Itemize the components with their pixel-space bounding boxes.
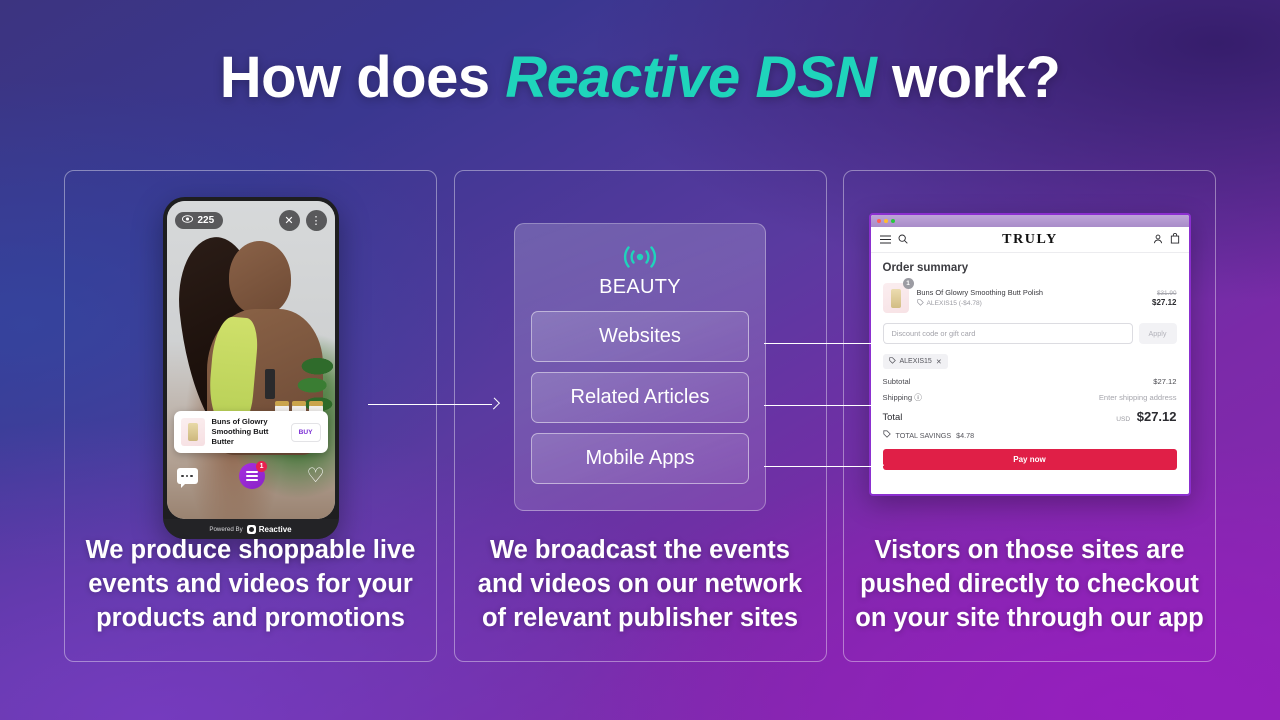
- channel-related-articles[interactable]: Related Articles: [531, 372, 749, 423]
- viewer-count-badge: 225: [174, 211, 224, 229]
- subtotal-label: Subtotal: [882, 377, 911, 386]
- store-header-right: [1153, 231, 1180, 249]
- eye-icon: [181, 214, 193, 226]
- quantity-badge: 1: [902, 278, 914, 289]
- panel-caption-produce: We produce shoppable live events and vid…: [85, 536, 416, 632]
- cart-list-icon[interactable]: 1: [239, 461, 268, 489]
- video-subject-head: [228, 241, 291, 315]
- applied-discount-chip[interactable]: ALEXIS15 ✕: [882, 354, 948, 369]
- savings-tag-icon: [882, 430, 891, 440]
- title-pre: How does: [219, 45, 506, 110]
- more-options-icon[interactable]: ⋮: [305, 209, 327, 231]
- panel-broadcast: BEAUTY Websites Related Articles Mobile …: [453, 170, 827, 662]
- account-icon[interactable]: [1153, 231, 1163, 249]
- order-summary-heading: Order summary: [882, 262, 969, 274]
- product-name: Buns of Glowry Smoothing Butt Butter: [211, 417, 269, 446]
- close-icon[interactable]: ✕: [278, 209, 300, 231]
- store-header: TRULY: [870, 227, 1189, 253]
- line-item-discount-label: ALEXIS15 (-$4.78): [926, 300, 982, 307]
- line-item-price-now: $27.12: [1152, 297, 1177, 307]
- store-header-left: [879, 231, 908, 249]
- buy-button[interactable]: BUY: [290, 422, 321, 442]
- heart-icon[interactable]: ♡: [307, 466, 325, 486]
- viewer-count-value: 225: [197, 214, 215, 226]
- cart-badge: 1: [256, 461, 268, 472]
- cart-icon[interactable]: [1170, 231, 1180, 249]
- title-accent: Reactive DSN: [505, 45, 877, 110]
- discount-input[interactable]: Discount code or gift card: [882, 323, 1133, 344]
- total-row: Total USD $27.12: [883, 409, 1177, 424]
- video-bottle: [264, 369, 275, 399]
- product-thumbnail: [180, 418, 205, 446]
- panel-checkout: TRULY Order summary 1 Buns Of Glowry Smo…: [843, 170, 1216, 662]
- savings-value: $4.78: [956, 430, 975, 440]
- phone-mockup: 225 ✕ ⋮ Buns of Glowry Smoothing Butt Bu…: [162, 197, 339, 539]
- live-product-card[interactable]: Buns of Glowry Smoothing Butt Butter BUY: [173, 411, 328, 453]
- discount-row: Discount code or gift card Apply: [882, 323, 1177, 344]
- subtotal-row: Subtotal $27.12: [883, 377, 1177, 386]
- line-item-info: Buns Of Glowry Smoothing Butt Polish ALE…: [917, 288, 1145, 308]
- title-post: work?: [876, 45, 1061, 110]
- total-value: $27.12: [1136, 409, 1177, 424]
- phone-screen: 225 ✕ ⋮ Buns of Glowry Smoothing Butt Bu…: [166, 201, 335, 519]
- savings-label: TOTAL SAVINGS: [895, 430, 952, 440]
- order-summary: Order summary 1 Buns Of Glowry Smoothing…: [871, 253, 1189, 470]
- phone-top-overlay: 225 ✕ ⋮: [174, 209, 327, 231]
- page-title: How does Reactive DSN work?: [0, 44, 1280, 111]
- search-icon[interactable]: [898, 231, 908, 249]
- line-item-thumbnail: 1: [882, 278, 914, 313]
- store-logo: TRULY: [1002, 231, 1058, 247]
- order-line-item: 1 Buns Of Glowry Smoothing Butt Polish A…: [882, 278, 1177, 313]
- browser-titlebar: [870, 215, 1189, 227]
- channel-websites[interactable]: Websites: [531, 311, 749, 362]
- category-label: BEAUTY: [599, 276, 681, 298]
- chat-icon[interactable]: [176, 468, 198, 488]
- total-currency: USD: [1116, 416, 1131, 423]
- total-amount-group: USD $27.12: [1116, 409, 1176, 424]
- total-label: Total: [882, 411, 903, 422]
- info-icon[interactable]: ⓘ: [914, 393, 922, 402]
- line-item-discount: ALEXIS15 (-$4.78): [916, 299, 1145, 308]
- line-item-price: $31.90 $27.12: [1152, 290, 1176, 307]
- tag-icon: [888, 357, 896, 366]
- broadcast-icon: [623, 244, 657, 270]
- panel-produce: 225 ✕ ⋮ Buns of Glowry Smoothing Butt Bu…: [64, 170, 437, 662]
- apply-button[interactable]: Apply: [1138, 323, 1177, 344]
- shipping-label-text: Shipping: [882, 393, 913, 402]
- dsn-network-card: BEAUTY Websites Related Articles Mobile …: [514, 223, 766, 511]
- panel-caption-checkout: Vistors on those sites are pushed direct…: [855, 536, 1204, 632]
- applied-discount-label: ALEXIS15: [899, 358, 932, 365]
- powered-by-label: Powered By: [209, 525, 243, 533]
- remove-discount-icon[interactable]: ✕: [936, 358, 942, 366]
- panel-caption-broadcast: We broadcast the events and videos on ou…: [477, 536, 803, 632]
- total-savings-row: TOTAL SAVINGS $4.78: [882, 430, 1177, 440]
- panels-row: 225 ✕ ⋮ Buns of Glowry Smoothing Butt Bu…: [64, 170, 1216, 662]
- hamburger-icon[interactable]: [879, 231, 891, 249]
- shipping-label: Shipping ⓘ: [883, 392, 922, 403]
- pay-now-button[interactable]: Pay now: [882, 449, 1177, 470]
- browser-mockup: TRULY Order summary 1 Buns Of Glowry Smo…: [868, 213, 1191, 496]
- phone-action-bar: 1 ♡: [176, 461, 325, 489]
- channel-mobile-apps[interactable]: Mobile Apps: [531, 433, 749, 484]
- line-item-name: Buns Of Glowry Smoothing Butt Polish: [916, 288, 1044, 297]
- shipping-value: Enter shipping address: [1098, 393, 1177, 402]
- subtotal-value: $27.12: [1153, 377, 1177, 386]
- phone-top-controls: ✕ ⋮: [278, 209, 327, 231]
- line-item-price-was: $31.90: [1156, 289, 1177, 297]
- tag-icon: [916, 299, 924, 308]
- shipping-row: Shipping ⓘ Enter shipping address: [883, 392, 1177, 403]
